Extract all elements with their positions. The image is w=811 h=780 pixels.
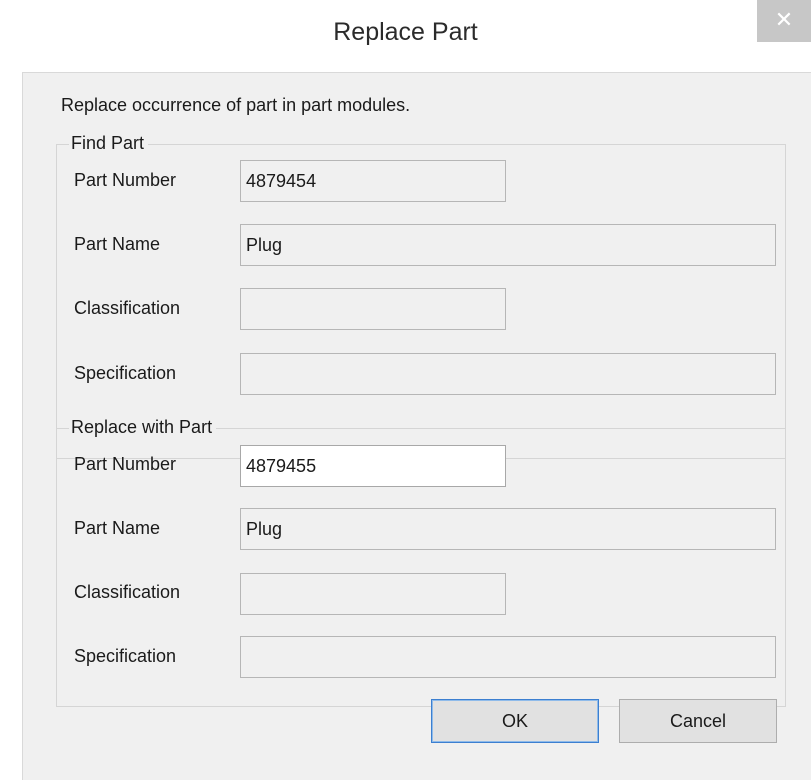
replace-classification-label: Classification (74, 582, 181, 602)
replace-part-dialog: Replace Part ✕ Replace occurrence of par… (0, 0, 811, 780)
find-part-name-field[interactable]: Plug (240, 224, 776, 266)
replace-classification-field[interactable] (240, 573, 506, 615)
replace-specification-label: Specification (74, 646, 177, 666)
replace-part-number-input[interactable]: 4879455 (240, 445, 506, 487)
cancel-button[interactable]: Cancel (619, 699, 777, 743)
find-part-number-label: Part Number (74, 170, 177, 190)
replace-part-name-label: Part Name (74, 518, 161, 538)
dialog-title: Replace Part (333, 18, 478, 46)
replace-part-number-label: Part Number (74, 454, 177, 474)
find-classification-label: Classification (74, 298, 181, 318)
dialog-body: Replace occurrence of part in part modul… (22, 72, 811, 780)
description-text: Replace occurrence of part in part modul… (61, 95, 411, 115)
ok-button[interactable]: OK (431, 699, 599, 743)
replace-part-legend: Replace with Part (69, 417, 217, 438)
replace-part-name-field[interactable]: Plug (240, 508, 776, 550)
replace-part-group: Replace with Part Part Number 4879455 Pa… (56, 417, 786, 707)
title-bar: Replace Part ✕ (0, 0, 811, 72)
close-button[interactable]: ✕ (757, 0, 811, 42)
replace-specification-field[interactable] (240, 636, 776, 678)
find-part-group: Find Part Part Number 4879454 Part Name … (56, 133, 786, 459)
close-icon: ✕ (774, 7, 794, 32)
find-specification-label: Specification (74, 363, 177, 383)
find-part-number-field[interactable]: 4879454 (240, 160, 506, 202)
find-specification-field[interactable] (240, 353, 776, 395)
find-classification-field[interactable] (240, 288, 506, 330)
find-part-legend: Find Part (69, 133, 149, 154)
find-part-name-label: Part Name (74, 234, 161, 254)
